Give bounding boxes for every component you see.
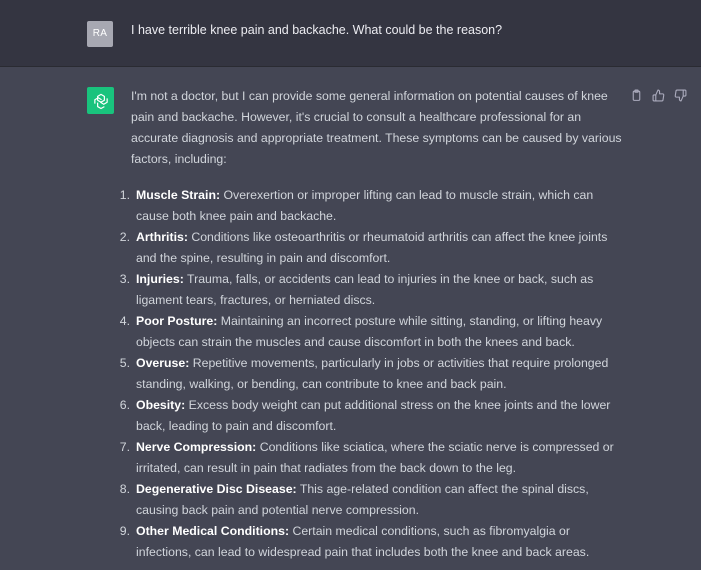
list-item-number: 4. bbox=[119, 314, 130, 328]
causes-list: 1. Muscle Strain: Overexertion or imprope… bbox=[120, 185, 626, 563]
thumbs-down-button[interactable] bbox=[672, 87, 688, 103]
list-item-term: Injuries: bbox=[136, 272, 184, 286]
list-item-description: Excess body weight can put additional st… bbox=[136, 398, 611, 433]
list-item-number: 1. bbox=[119, 188, 130, 202]
list-item-term: Degenerative Disc Disease: bbox=[136, 482, 297, 496]
list-item-number: 8. bbox=[119, 482, 130, 496]
list-item-number: 5. bbox=[119, 356, 130, 370]
cause-list-item: 4. Poor Posture: Maintaining an incorrect… bbox=[120, 311, 626, 353]
list-item-number: 6. bbox=[119, 398, 130, 412]
list-item-term: Other Medical Conditions: bbox=[136, 524, 290, 538]
message-actions bbox=[628, 87, 688, 103]
thumbs-up-icon bbox=[652, 89, 664, 101]
list-item-description: Conditions like osteoarthritis or rheuma… bbox=[136, 230, 608, 265]
assistant-message-body: I'm not a doctor, but I can provide some… bbox=[120, 86, 626, 563]
cause-list-item: 9. Other Medical Conditions: Certain medi… bbox=[120, 521, 626, 563]
clipboard-icon bbox=[632, 89, 640, 101]
cause-list-item: 8. Degenerative Disc Disease: This age-re… bbox=[120, 479, 626, 521]
copy-button[interactable] bbox=[628, 87, 644, 103]
user-message-text: I have terrible knee pain and backache. … bbox=[131, 23, 503, 37]
cause-list-item: 7. Nerve Compression: Conditions like sci… bbox=[120, 437, 626, 479]
user-avatar: RA bbox=[87, 21, 113, 47]
list-item-number: 9. bbox=[119, 524, 130, 538]
openai-logo-icon bbox=[93, 93, 108, 109]
list-item-number: 7. bbox=[119, 440, 130, 454]
cause-list-item: 5. Overuse: Repetitive movements, particu… bbox=[120, 353, 626, 395]
list-item-term: Muscle Strain: bbox=[136, 188, 221, 202]
thumbs-down-icon bbox=[674, 89, 686, 101]
list-item-term: Poor Posture: bbox=[136, 314, 218, 328]
cause-list-item: 6. Obesity: Excess body weight can put ad… bbox=[120, 395, 626, 437]
list-item-description: Repetitive movements, particularly in jo… bbox=[136, 356, 609, 391]
thumbs-up-button[interactable] bbox=[650, 87, 666, 103]
list-item-term: Overuse: bbox=[136, 356, 190, 370]
list-item-number: 2. bbox=[119, 230, 130, 244]
cause-list-item: 1. Muscle Strain: Overexertion or imprope… bbox=[120, 185, 626, 227]
assistant-avatar bbox=[87, 87, 114, 114]
assistant-message-row: I'm not a doctor, but I can provide some… bbox=[0, 67, 701, 570]
assistant-intro: I'm not a doctor, but I can provide some… bbox=[131, 89, 622, 166]
list-item-number: 3. bbox=[119, 272, 130, 286]
user-message-row: RA I have terrible knee pain and backach… bbox=[0, 0, 701, 67]
cause-list-item: 3. Injuries: Trauma, falls, or accidents … bbox=[120, 269, 626, 311]
list-item-term: Obesity: bbox=[136, 398, 186, 412]
cause-list-item: 2. Arthritis: Conditions like osteoarthri… bbox=[120, 227, 626, 269]
list-item-description: Trauma, falls, or accidents can lead to … bbox=[136, 272, 594, 307]
list-item-term: Arthritis: bbox=[136, 230, 188, 244]
list-item-term: Nerve Compression: bbox=[136, 440, 257, 454]
